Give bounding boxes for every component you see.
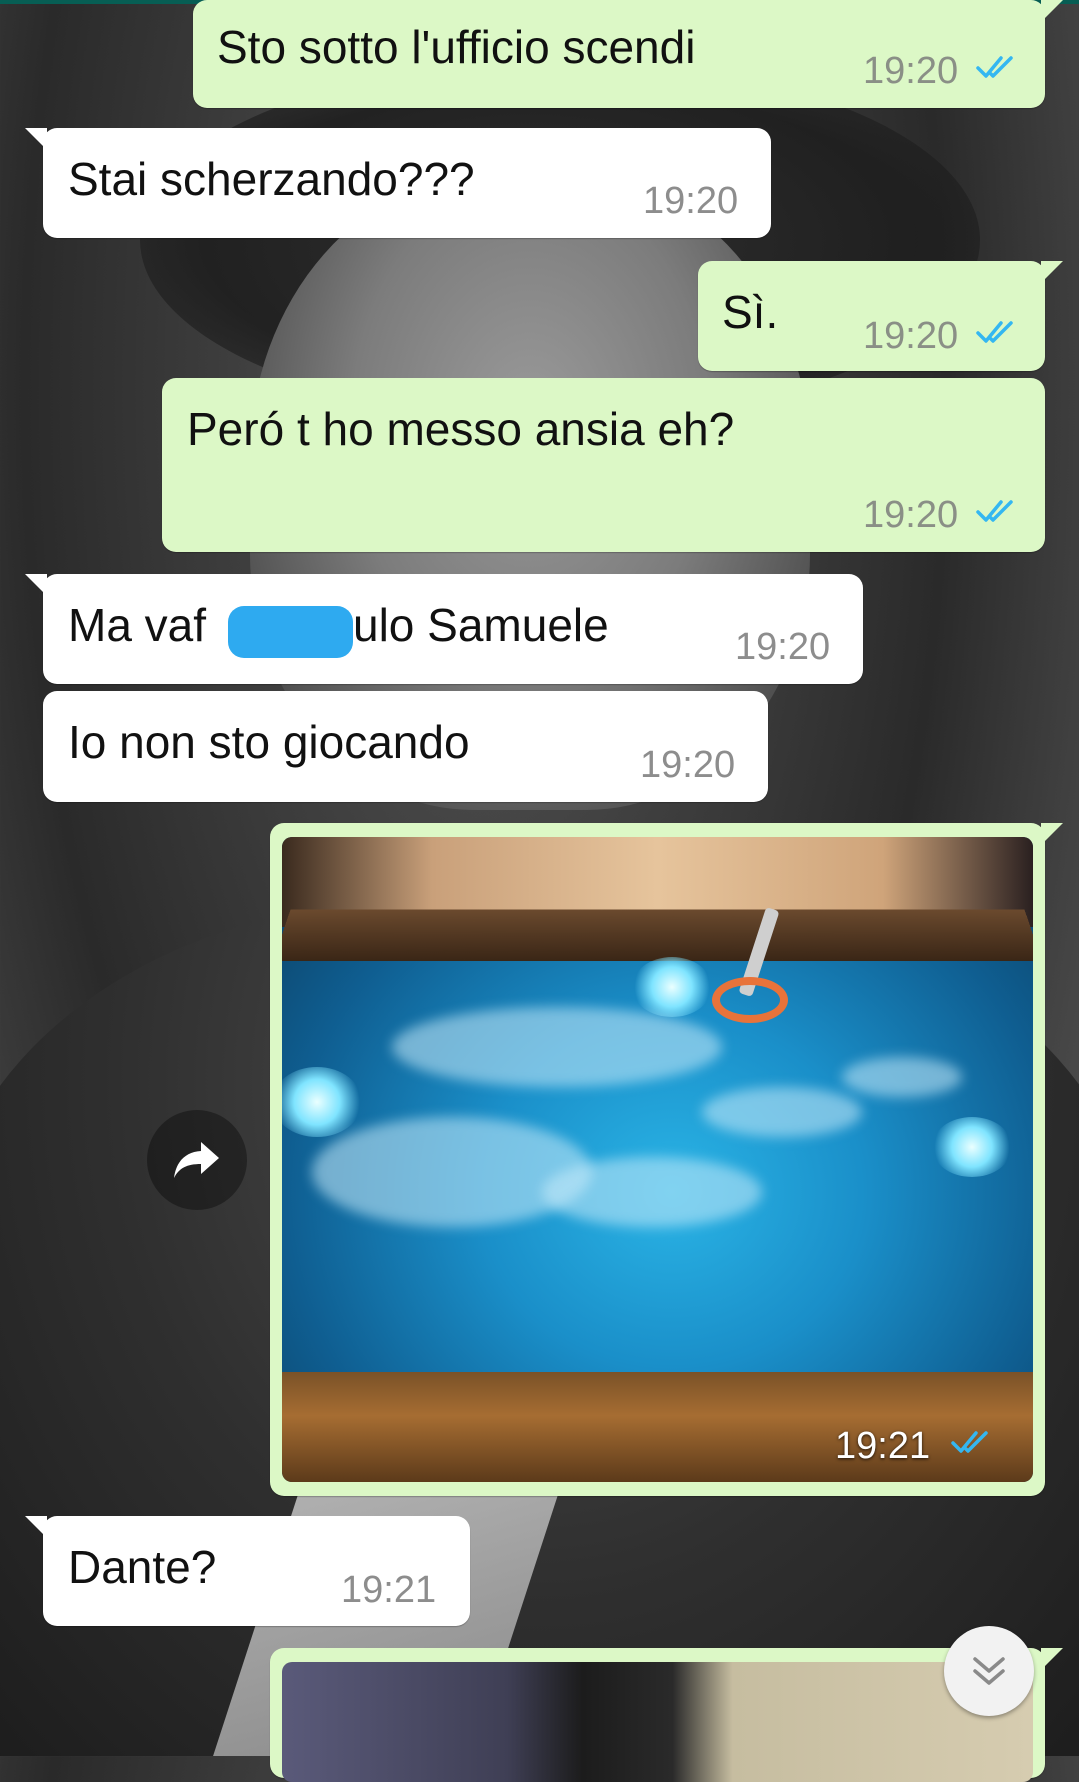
message-text: Sì.: [722, 286, 779, 338]
message-outgoing-image[interactable]: [270, 1648, 1063, 1782]
scroll-to-bottom-button[interactable]: [944, 1626, 1034, 1716]
message-time: 19:21: [835, 1425, 931, 1467]
message-text: Io non sto giocando: [68, 716, 470, 768]
message-text-start: Ma vaf: [68, 599, 207, 651]
message-time: 19:20: [863, 315, 959, 357]
mosaic-wall-photo[interactable]: [282, 1662, 1033, 1782]
double-check-icon: [976, 321, 1013, 343]
hot-tub-photo[interactable]: 19:21: [282, 837, 1033, 1482]
message-text: Stai scherzando???: [68, 153, 475, 205]
message-outgoing[interactable]: Sì. 19:20: [698, 261, 1063, 371]
message-outgoing[interactable]: Sto sotto l'ufficio scendi 19:20: [193, 0, 1063, 108]
message-time: 19:20: [643, 180, 739, 222]
forward-button[interactable]: [147, 1110, 247, 1210]
double-check-icon: [976, 500, 1013, 522]
message-time: 19:20: [863, 50, 959, 92]
message-incoming[interactable]: Dante? 19:21: [25, 1516, 470, 1626]
message-outgoing[interactable]: Peró t ho messo ansia eh? 19:20: [162, 378, 1045, 552]
message-outgoing-image[interactable]: 19:21: [270, 823, 1063, 1496]
message-incoming[interactable]: Ma vaf ulo Samuele 19:20: [25, 574, 863, 684]
message-text: Dante?: [68, 1541, 217, 1593]
message-time: 19:20: [863, 494, 959, 536]
message-incoming[interactable]: Stai scherzando??? 19:20: [25, 128, 771, 238]
double-chevron-down-icon: [973, 1657, 1005, 1685]
message-text: Peró t ho messo ansia eh?: [187, 403, 735, 455]
message-text-end: ulo Samuele: [353, 599, 609, 651]
double-check-icon: [976, 56, 1013, 78]
message-time: 19:21: [341, 1569, 437, 1611]
message-time: 19:20: [735, 626, 831, 668]
message-time: 19:20: [640, 744, 736, 786]
message-incoming[interactable]: Io non sto giocando 19:20: [43, 691, 768, 802]
message-text: Sto sotto l'ufficio scendi: [217, 21, 696, 73]
double-check-icon: [951, 1431, 988, 1453]
forward-arrow-icon: [174, 1142, 219, 1178]
redaction-mark: [228, 606, 353, 658]
